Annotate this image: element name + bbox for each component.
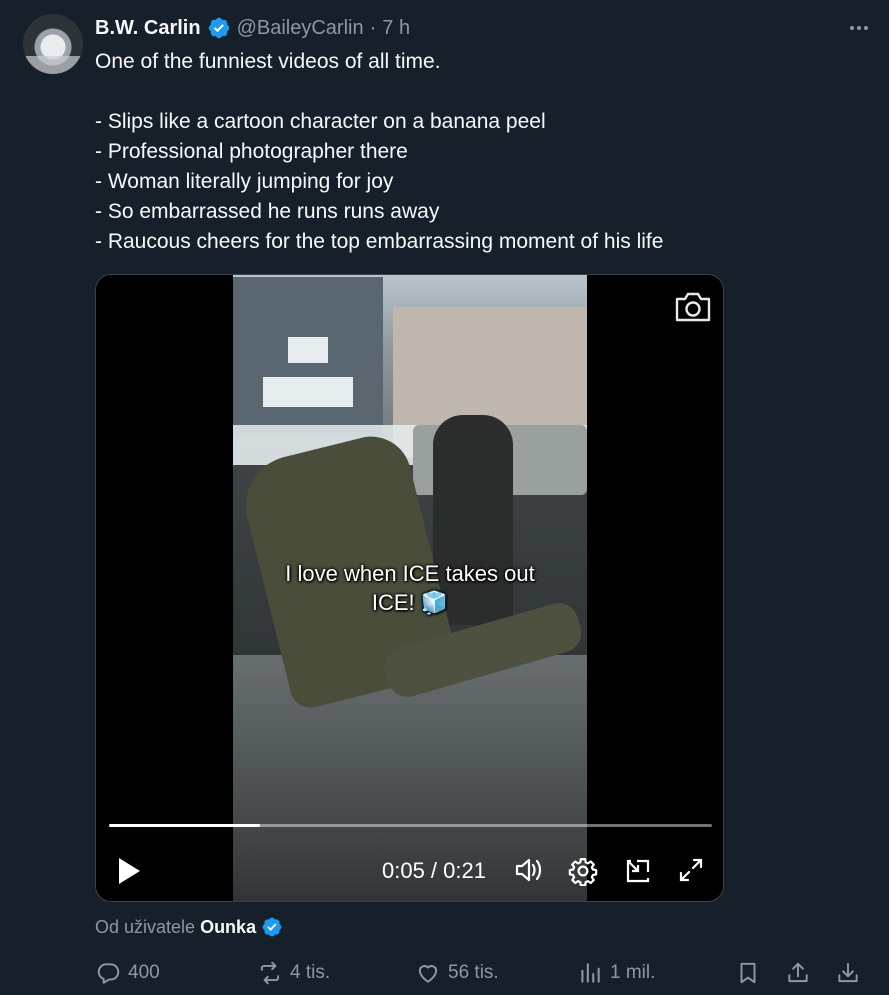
reply-button[interactable]: 400 bbox=[95, 960, 160, 986]
tweet-line: - Professional photographer there bbox=[95, 140, 408, 163]
reply-count: 400 bbox=[128, 962, 160, 983]
like-button[interactable]: 56 tis. bbox=[415, 960, 499, 986]
header-separator: · bbox=[369, 16, 377, 39]
scene-house-left bbox=[233, 277, 383, 437]
bookmark-icon bbox=[740, 962, 756, 984]
tweet-text: One of the funniest videos of all time. … bbox=[95, 47, 855, 257]
video-player[interactable]: I love when ICE takes out ICE! 🧊 0:05 / … bbox=[95, 274, 724, 902]
download-icon bbox=[838, 962, 858, 983]
scene-window bbox=[263, 377, 353, 407]
play-icon[interactable] bbox=[116, 856, 142, 886]
tweet-line: - Woman literally jumping for joy bbox=[95, 170, 394, 193]
video-progress-fill bbox=[109, 824, 260, 827]
author-handle[interactable]: @BaileyCarlin bbox=[237, 17, 364, 40]
video-attribution: Od uživatele Ounka bbox=[95, 916, 283, 938]
video-progress-bar[interactable] bbox=[109, 824, 712, 827]
views-button[interactable]: 1 mil. bbox=[577, 960, 655, 986]
gear-icon[interactable] bbox=[568, 856, 598, 886]
reply-icon bbox=[97, 963, 120, 984]
fullscreen-icon[interactable] bbox=[677, 856, 705, 884]
verified-badge-icon bbox=[262, 917, 282, 937]
bookmark-button[interactable] bbox=[735, 960, 761, 986]
author-name[interactable]: B.W. Carlin bbox=[95, 17, 201, 40]
video-caption-line: ICE! 🧊 bbox=[371, 590, 449, 615]
repost-icon bbox=[260, 961, 280, 985]
author-avatar[interactable] bbox=[23, 14, 83, 74]
more-icon[interactable] bbox=[847, 16, 871, 46]
volume-icon[interactable] bbox=[514, 856, 544, 884]
views-count: 1 mil. bbox=[610, 962, 656, 983]
download-button[interactable] bbox=[835, 960, 861, 986]
scene-window bbox=[288, 337, 328, 363]
camera-icon bbox=[675, 292, 711, 322]
attribution-source[interactable]: Ounka bbox=[200, 917, 256, 938]
tweet-header: B.W. Carlin @BaileyCarlin · 7 h bbox=[95, 14, 410, 42]
share-button[interactable] bbox=[785, 960, 811, 986]
tweet-line: One of the funniest videos of all time. bbox=[95, 50, 441, 73]
share-icon bbox=[788, 962, 808, 983]
tweet-actions: 400 4 tis. 56 tis. 1 mil. bbox=[95, 960, 865, 990]
tweet-line: - Raucous cheers for the top embarrassin… bbox=[95, 230, 664, 253]
views-icon bbox=[581, 963, 600, 983]
attribution-prefix: Od uživatele bbox=[95, 916, 196, 937]
tweet-line: - So embarrassed he runs runs away bbox=[95, 200, 440, 223]
video-controls: 0:05 / 0:21 bbox=[96, 848, 723, 894]
tweet-timestamp[interactable]: 7 h bbox=[382, 17, 410, 40]
like-count: 56 tis. bbox=[448, 962, 499, 983]
tweet-line: - Slips like a cartoon character on a ba… bbox=[95, 110, 546, 133]
video-time: 0:05 / 0:21 bbox=[382, 858, 486, 883]
verified-badge-icon[interactable] bbox=[207, 16, 231, 40]
repost-button[interactable]: 4 tis. bbox=[257, 960, 330, 986]
picture-in-picture-icon[interactable] bbox=[623, 856, 653, 886]
repost-count: 4 tis. bbox=[290, 962, 331, 983]
video-caption: I love when ICE takes out ICE! 🧊 bbox=[233, 559, 587, 617]
heart-icon bbox=[418, 965, 438, 983]
video-caption-line: I love when ICE takes out bbox=[285, 561, 535, 586]
